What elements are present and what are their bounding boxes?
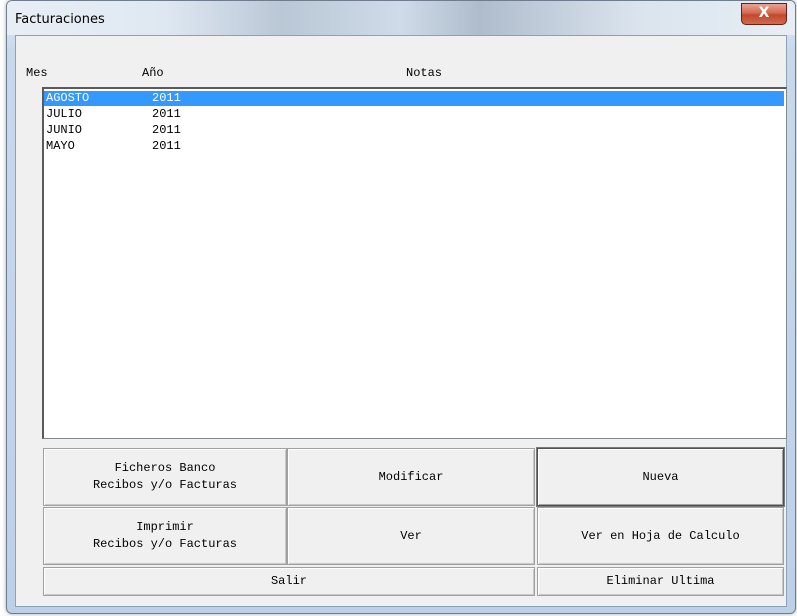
eliminar-ultima-button[interactable]: Eliminar Ultima [537,567,784,596]
close-icon: X [758,5,770,21]
dialog-body: Mes Año Notas AGOSTO 2011 JULIO 2011 JUN… [15,35,787,607]
list-item-anio: 2011 [152,123,181,137]
list-item[interactable]: AGOSTO 2011 [44,91,784,106]
ficheros-banco-label-1: Ficheros Banco [114,461,216,475]
ver-button[interactable]: Ver [287,507,535,565]
imprimir-button[interactable]: Imprimir Recibos y/o Facturas [43,507,287,565]
window-title: Facturaciones [15,12,105,27]
list-item-anio: 2011 [152,139,181,153]
nueva-button[interactable]: Nueva [537,448,784,506]
nueva-label: Nueva [642,469,679,484]
imprimir-label-2: Recibos y/o Facturas [92,537,238,551]
salir-button[interactable]: Salir [43,567,535,596]
eliminar-ultima-label: Eliminar Ultima [606,574,715,588]
list-item[interactable]: JULIO 2011 [44,107,784,122]
close-button[interactable]: X [741,3,787,25]
list-item-anio: 2011 [152,107,181,121]
list-item-mes: JUNIO [46,123,83,137]
list-item-mes: AGOSTO [46,91,90,105]
title-bar[interactable]: Facturaciones X [7,1,795,35]
ficheros-banco-button[interactable]: Ficheros Banco Recibos y/o Facturas [43,448,287,506]
modificar-label: Modificar [378,469,444,484]
ver-hoja-calculo-label: Ver en Hoja de Calculo [581,528,740,543]
list-item-anio: 2011 [152,91,181,105]
modificar-button[interactable]: Modificar [287,448,535,506]
list-item-mes: JULIO [46,107,83,121]
ver-hoja-calculo-button[interactable]: Ver en Hoja de Calculo [537,507,784,565]
facturaciones-list[interactable]: AGOSTO 2011 JULIO 2011 JUNIO 2011 MAYO 2… [42,87,787,439]
facturaciones-window: Facturaciones X Mes Año Notas AGOSTO 201… [6,0,796,614]
ficheros-banco-label-2: Recibos y/o Facturas [92,478,238,492]
ver-label: Ver [400,528,422,543]
imprimir-label-1: Imprimir [136,520,194,534]
salir-label: Salir [270,574,307,588]
column-header-anio[interactable]: Año [142,66,164,80]
list-item-mes: MAYO [46,139,75,153]
column-header-mes[interactable]: Mes [26,66,48,80]
column-header-notas[interactable]: Notas [406,66,442,80]
list-item[interactable]: MAYO 2011 [44,139,784,154]
list-item[interactable]: JUNIO 2011 [44,123,784,138]
